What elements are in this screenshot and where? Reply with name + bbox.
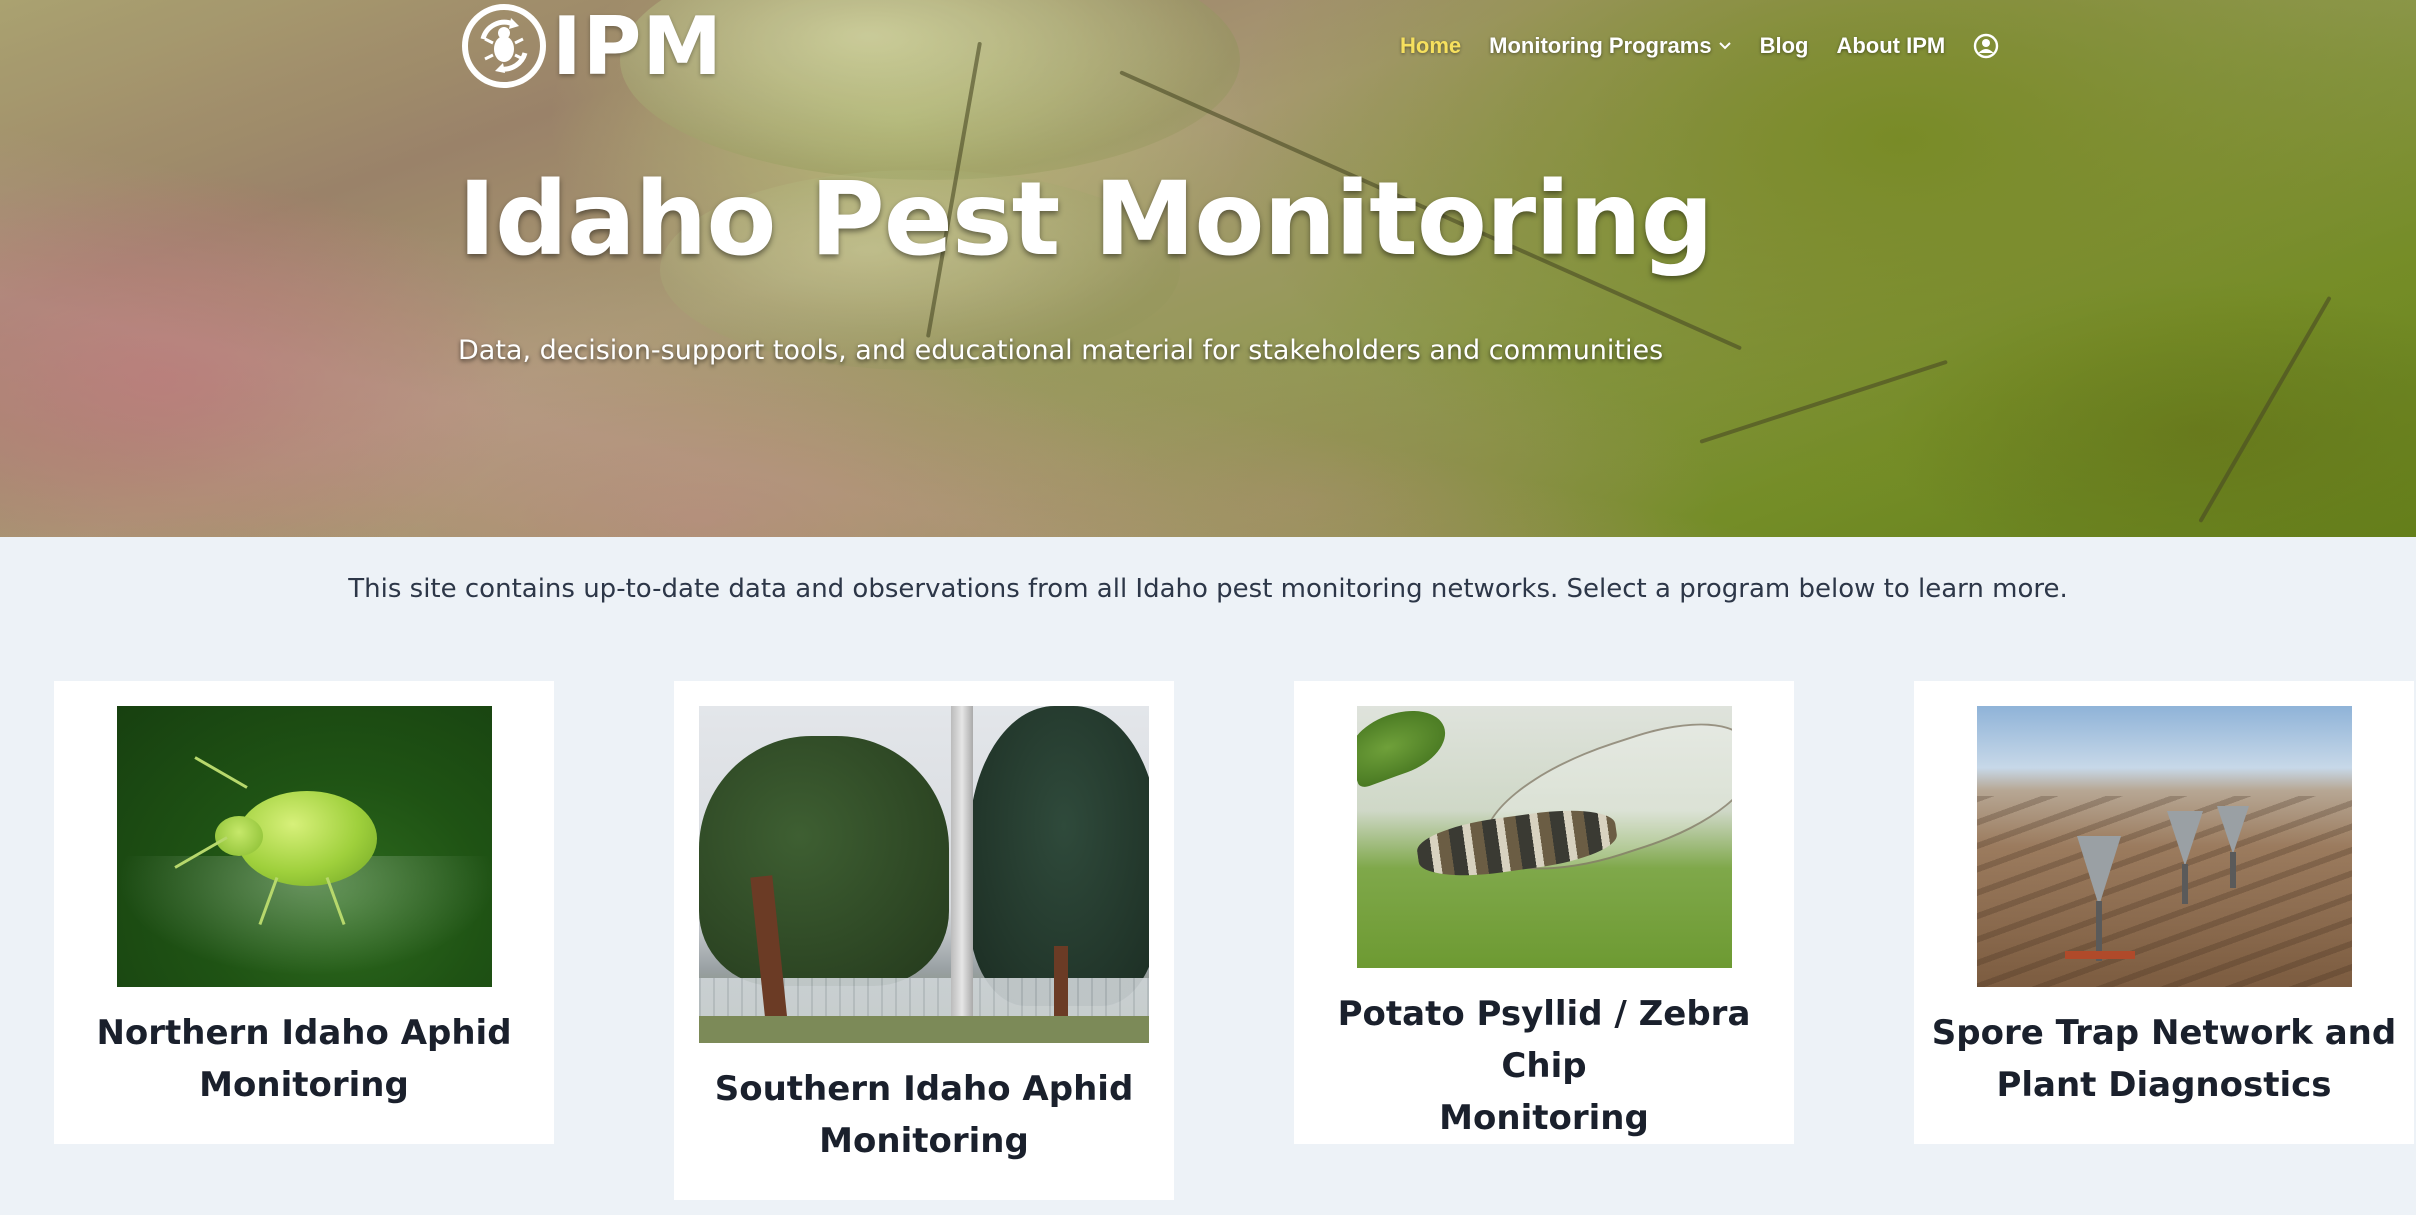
utility-pole xyxy=(951,706,973,1043)
hero-title: Idaho Pest Monitoring xyxy=(458,160,1714,279)
card-title-line: Potato Psyllid / Zebra Chip xyxy=(1337,994,1751,1086)
chevron-down-icon xyxy=(1718,42,1731,50)
program-card-potato-psyllid[interactable]: Potato Psyllid / Zebra Chip Monitoring xyxy=(1294,681,1794,1144)
card-title: Northern Idaho Aphid Monitoring xyxy=(96,1007,511,1111)
nav-monitoring-programs[interactable]: Monitoring Programs xyxy=(1489,33,1731,59)
card-image-spore-traps xyxy=(1976,706,2352,987)
aphid-leg xyxy=(325,876,346,925)
program-card-spore-trap[interactable]: Spore Trap Network and Plant Diagnostics xyxy=(1914,681,2414,1144)
spore-trap-base xyxy=(2064,951,2135,959)
card-title: Potato Psyllid / Zebra Chip Monitoring xyxy=(1294,988,1794,1144)
card-image-psyllid xyxy=(1356,706,1732,968)
card-title-line: Monitoring xyxy=(199,1065,409,1105)
intro-text: This site contains up-to-date data and o… xyxy=(348,574,2068,604)
site-logo[interactable]: IPM xyxy=(462,0,724,93)
aphid-antenna xyxy=(193,756,248,789)
leaf-tip xyxy=(1356,706,1454,790)
nav-about-ipm[interactable]: About IPM xyxy=(1836,33,1945,59)
user-account-button[interactable] xyxy=(1973,33,1999,59)
card-image-green-aphid xyxy=(116,706,492,987)
aphid-recycle-badge-icon xyxy=(462,4,546,88)
program-card-southern-aphid[interactable]: Southern Idaho Aphid Monitoring xyxy=(674,681,1174,1200)
grass xyxy=(699,1016,1149,1043)
nav-monitoring-programs-label: Monitoring Programs xyxy=(1489,33,1712,58)
card-image-trees xyxy=(699,706,1149,1043)
field-furrows xyxy=(1976,796,2352,987)
hero-subtitle: Data, decision-support tools, and educat… xyxy=(458,335,1664,366)
pine-tree xyxy=(699,736,949,986)
card-title: Southern Idaho Aphid Monitoring xyxy=(715,1063,1134,1167)
aphid-leg xyxy=(257,876,278,925)
spore-trap xyxy=(2216,806,2249,854)
card-title-line: Monitoring xyxy=(819,1121,1029,1161)
spore-trap-pole xyxy=(2229,852,2236,888)
card-title-line: Northern Idaho Aphid xyxy=(96,1013,512,1053)
program-card-northern-aphid[interactable]: Northern Idaho Aphid Monitoring xyxy=(54,681,554,1144)
card-title-line: Spore Trap Network and xyxy=(1931,1013,2397,1053)
hero-banner: IPM Home Monitoring Programs Blog About … xyxy=(0,0,2416,537)
aphid-leg xyxy=(173,836,228,869)
card-title-line: Southern Idaho Aphid xyxy=(714,1069,1134,1109)
spore-trap xyxy=(2166,811,2203,866)
user-circle-icon xyxy=(1974,33,1999,59)
card-title-line: Monitoring xyxy=(1439,1098,1649,1138)
logo-text: IPM xyxy=(552,0,724,93)
aphid-head xyxy=(214,816,263,856)
nav-blog[interactable]: Blog xyxy=(1760,33,1809,59)
nav-home[interactable]: Home xyxy=(1400,33,1461,59)
spore-trap-pole xyxy=(2181,864,2188,904)
card-title-line: Plant Diagnostics xyxy=(1996,1065,2332,1105)
card-title: Spore Trap Network and Plant Diagnostics xyxy=(1932,1007,2396,1111)
spore-trap xyxy=(2076,836,2121,906)
main-nav: Home Monitoring Programs Blog About IPM xyxy=(1400,27,2027,65)
